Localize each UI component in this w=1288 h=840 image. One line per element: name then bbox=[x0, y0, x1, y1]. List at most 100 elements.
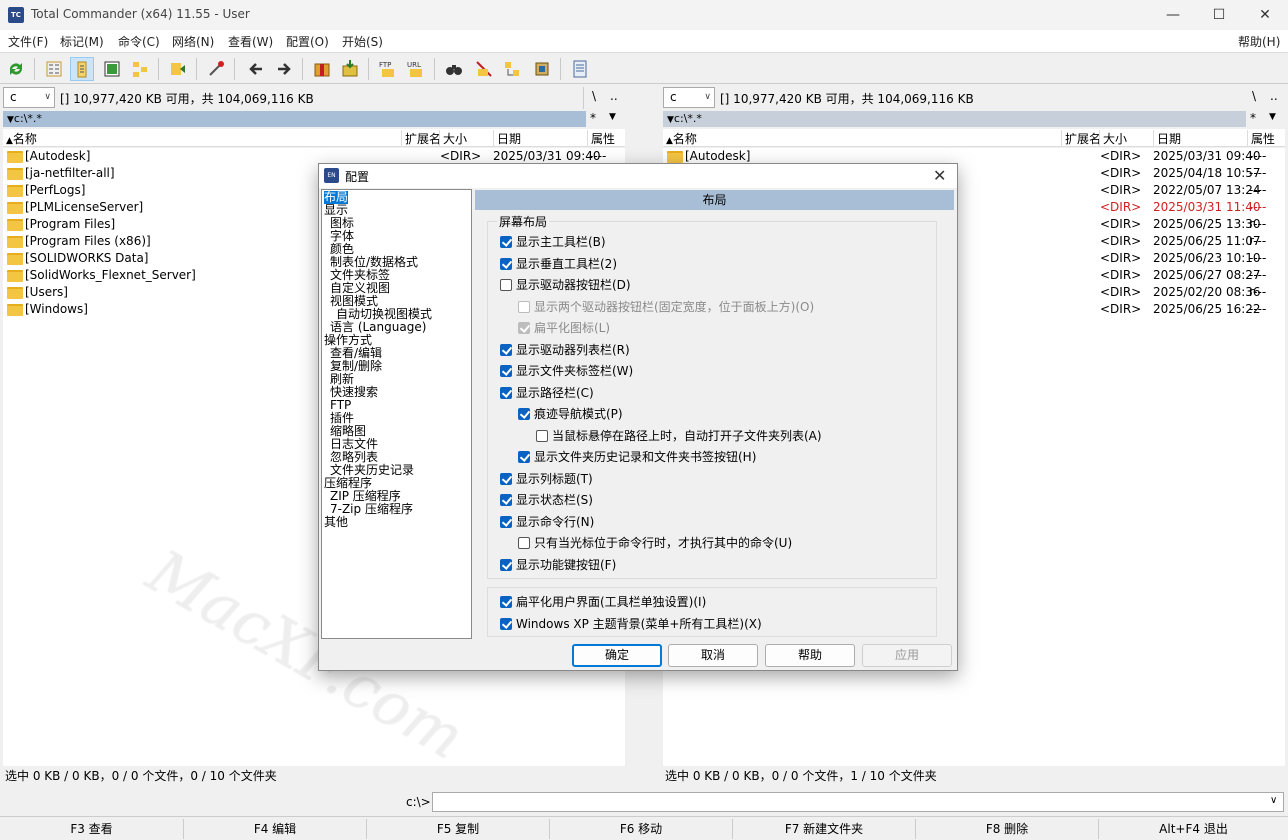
option-checkbox[interactable]: Windows XP 主题背景(菜单+所有工具栏)(X) bbox=[500, 617, 762, 631]
alt-f4-exit-button[interactable]: Alt+F4 退出 bbox=[1099, 819, 1288, 839]
col-attr[interactable]: 属性 bbox=[587, 130, 615, 147]
option-checkbox[interactable]: 痕迹导航模式(P) bbox=[518, 407, 623, 421]
option-checkbox[interactable]: 只有当光标位于命令行时，才执行其中的命令(U) bbox=[518, 536, 792, 550]
option-checkbox[interactable]: 当鼠标悬停在路径上时，自动打开子文件夹列表(A) bbox=[536, 429, 822, 443]
compare-icon[interactable] bbox=[500, 57, 524, 81]
notes-icon[interactable] bbox=[568, 57, 592, 81]
app-icon: TC bbox=[8, 7, 24, 23]
f4-edit-button[interactable]: F4 编辑 bbox=[184, 819, 367, 839]
menu-help[interactable]: 帮助(H) bbox=[1238, 33, 1280, 50]
pack-icon[interactable] bbox=[310, 57, 334, 81]
brief-view-icon[interactable] bbox=[42, 57, 66, 81]
option-checkbox[interactable]: 显示状态栏(S) bbox=[500, 493, 593, 507]
thumbnail-view-icon[interactable] bbox=[100, 57, 124, 81]
col-size[interactable]: 大小 bbox=[439, 130, 467, 147]
url-icon[interactable]: URL bbox=[404, 57, 428, 81]
folder-icon bbox=[7, 287, 23, 299]
chevron-down-icon[interactable]: ∨ bbox=[1270, 795, 1277, 806]
menu-start[interactable]: 开始(S) bbox=[342, 33, 383, 50]
folder-icon bbox=[7, 151, 23, 163]
f3-view-button[interactable]: F3 查看 bbox=[0, 819, 184, 839]
close-button[interactable]: ✕ bbox=[1242, 0, 1288, 30]
file-size: <DIR> bbox=[1100, 166, 1142, 180]
option-checkbox[interactable]: 显示两个驱动器按钮栏(固定宽度，位于面板上方)(O) bbox=[518, 300, 814, 314]
option-checkbox[interactable]: 显示列标题(T) bbox=[500, 472, 593, 486]
unchecked-icon bbox=[500, 279, 512, 291]
detailed-view-icon[interactable] bbox=[70, 57, 94, 81]
menu-mark[interactable]: 标记(M) bbox=[60, 33, 104, 50]
option-checkbox[interactable]: 显示驱动器列表栏(R) bbox=[500, 343, 630, 357]
menu-net[interactable]: 网络(N) bbox=[172, 33, 214, 50]
right-filter-button[interactable]: * bbox=[1250, 111, 1256, 125]
left-root-button[interactable]: \ bbox=[592, 89, 596, 103]
left-filter-button[interactable]: * bbox=[590, 111, 596, 125]
maximize-button[interactable]: ☐ bbox=[1196, 0, 1242, 30]
history-dropdown-icon[interactable]: ▼ bbox=[1269, 112, 1276, 122]
option-checkbox[interactable]: 显示功能键按钮(F) bbox=[500, 558, 616, 572]
option-checkbox[interactable]: 显示文件夹历史记录和文件夹书签按钮(H) bbox=[518, 450, 756, 464]
apply-button[interactable]: 应用 bbox=[862, 644, 952, 667]
sync-dirs-icon[interactable] bbox=[166, 57, 190, 81]
tree-view-icon[interactable] bbox=[128, 57, 152, 81]
f7-mkdir-button[interactable]: F7 新建文件夹 bbox=[733, 819, 916, 839]
col-attr[interactable]: 属性 bbox=[1247, 130, 1275, 147]
folder-icon bbox=[7, 253, 23, 265]
right-up-button[interactable]: .. bbox=[1270, 89, 1278, 103]
tree-item[interactable]: 其他 bbox=[324, 516, 348, 529]
menu-file[interactable]: 文件(F) bbox=[8, 33, 48, 50]
option-checkbox[interactable]: 显示驱动器按钮栏(D) bbox=[500, 278, 631, 292]
col-ext[interactable]: 扩展名 bbox=[1061, 130, 1101, 147]
ok-button[interactable]: 确定 bbox=[572, 644, 662, 667]
right-root-button[interactable]: \ bbox=[1252, 89, 1256, 103]
checked-icon bbox=[500, 257, 512, 270]
back-icon[interactable] bbox=[244, 57, 268, 81]
option-checkbox[interactable]: 显示主工具栏(B) bbox=[500, 235, 606, 249]
file-size: <DIR> bbox=[1100, 200, 1142, 214]
select-files-icon[interactable] bbox=[204, 57, 228, 81]
col-date[interactable]: 日期 bbox=[493, 130, 521, 147]
file-name: [Users] bbox=[25, 285, 68, 299]
help-button[interactable]: 帮助 bbox=[765, 644, 855, 667]
dialog-title: 配置 bbox=[345, 170, 370, 184]
option-checkbox[interactable]: 扁平化图标(L) bbox=[518, 321, 610, 335]
f5-copy-button[interactable]: F5 复制 bbox=[367, 819, 550, 839]
menu-commands[interactable]: 命令(C) bbox=[118, 33, 160, 50]
col-size[interactable]: 大小 bbox=[1099, 130, 1127, 147]
history-dropdown-icon[interactable]: ▼ bbox=[609, 112, 616, 122]
option-checkbox[interactable]: 扁平化用户界面(工具栏单独设置)(I) bbox=[500, 595, 706, 609]
col-date[interactable]: 日期 bbox=[1153, 130, 1181, 147]
option-checkbox[interactable]: 显示命令行(N) bbox=[500, 515, 594, 529]
notepad-icon[interactable] bbox=[530, 57, 554, 81]
left-path-bar[interactable]: ▼c:\*.* bbox=[3, 111, 586, 127]
file-date: 2025/03/31 09:40 bbox=[493, 149, 601, 163]
dialog-close-button[interactable]: ✕ bbox=[933, 166, 946, 185]
option-checkbox[interactable]: 显示路径栏(C) bbox=[500, 386, 594, 400]
svg-text:URL: URL bbox=[407, 61, 421, 69]
forward-icon[interactable] bbox=[272, 57, 296, 81]
col-name[interactable]: ▲名称 bbox=[663, 130, 697, 147]
multi-rename-icon[interactable] bbox=[472, 57, 496, 81]
unpack-icon[interactable] bbox=[338, 57, 362, 81]
svg-text:FTP: FTP bbox=[379, 61, 391, 69]
right-drive-select[interactable]: c ∨ bbox=[663, 87, 715, 108]
cancel-button[interactable]: 取消 bbox=[668, 644, 758, 667]
f8-delete-button[interactable]: F8 删除 bbox=[916, 819, 1099, 839]
col-name[interactable]: ▲名称 bbox=[3, 130, 37, 147]
left-up-button[interactable]: .. bbox=[610, 89, 618, 103]
option-checkbox[interactable]: 显示垂直工具栏(2) bbox=[500, 257, 617, 271]
search-icon[interactable] bbox=[442, 57, 466, 81]
f6-move-button[interactable]: F6 移动 bbox=[550, 819, 733, 839]
command-input[interactable] bbox=[432, 792, 1284, 812]
minimize-button[interactable]: — bbox=[1150, 0, 1196, 30]
left-drive-select[interactable]: c ∨ bbox=[3, 87, 55, 108]
folder-icon bbox=[7, 236, 23, 248]
refresh-icon[interactable] bbox=[4, 57, 28, 81]
menu-view[interactable]: 查看(W) bbox=[228, 33, 273, 50]
ftp-icon[interactable]: FTP bbox=[376, 57, 400, 81]
checked-icon bbox=[500, 515, 512, 528]
settings-tree[interactable]: 布局 显示 图标 字体 颜色 制表位/数据格式 文件夹标签 自定义视图 视图模式 自动切换视图模式… bbox=[321, 189, 472, 639]
right-path-bar[interactable]: ▼c:\*.* bbox=[663, 111, 1246, 127]
col-ext[interactable]: 扩展名 bbox=[401, 130, 441, 147]
menu-config[interactable]: 配置(O) bbox=[286, 33, 329, 50]
option-checkbox[interactable]: 显示文件夹标签栏(W) bbox=[500, 364, 633, 378]
